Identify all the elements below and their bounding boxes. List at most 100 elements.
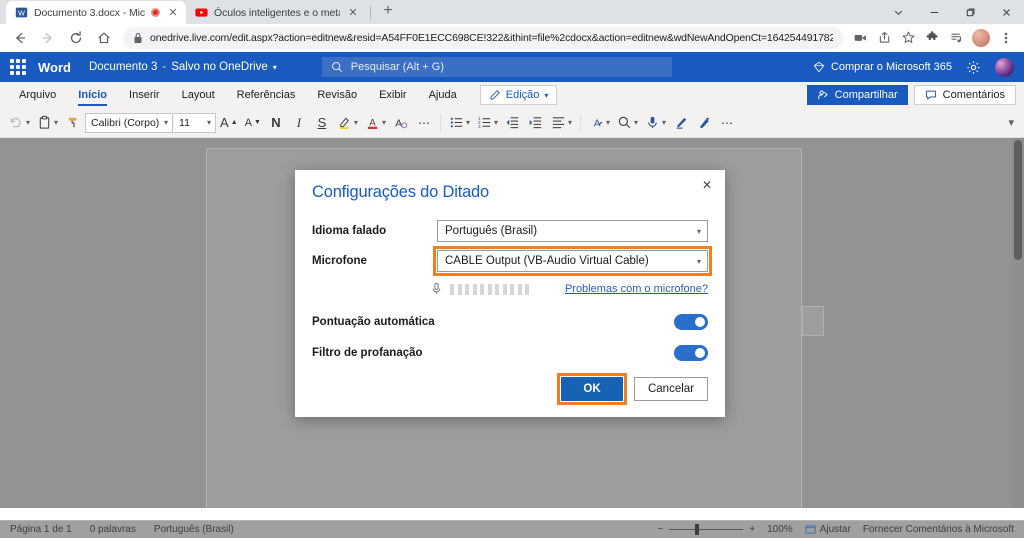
- bullet-list-icon[interactable]: ▾: [446, 111, 473, 135]
- font-color-icon[interactable]: A ▾: [362, 111, 389, 135]
- clear-formatting-icon[interactable]: A: [390, 111, 412, 135]
- extensions-puzzle-icon[interactable]: [920, 26, 944, 50]
- chevron-down-icon[interactable]: [880, 0, 916, 24]
- reload-icon[interactable]: [62, 25, 90, 51]
- language-select[interactable]: Português (Brasil) ▾: [437, 220, 708, 242]
- zoom-thumb[interactable]: [695, 524, 700, 535]
- gear-icon[interactable]: [966, 60, 981, 75]
- dialog-title: Configurações do Ditado: [312, 183, 490, 201]
- zoom-track[interactable]: [669, 524, 744, 535]
- close-icon[interactable]: [988, 0, 1024, 24]
- share-button[interactable]: Compartilhar: [806, 85, 908, 105]
- zoom-in-button[interactable]: +: [749, 524, 755, 535]
- profanity-filter-toggle[interactable]: [674, 345, 708, 361]
- microphone-select[interactable]: CABLE Output (VB-Audio Virtual Cable) ▾: [433, 246, 712, 276]
- chevron-down-icon[interactable]: ▾: [354, 118, 358, 127]
- chevron-down-icon[interactable]: ▾: [54, 118, 58, 127]
- forward-arrow-icon[interactable]: [34, 25, 62, 51]
- bookmark-star-icon[interactable]: [896, 26, 920, 50]
- styles-icon[interactable]: A ▾: [586, 111, 613, 135]
- waffle-icon[interactable]: [10, 59, 26, 75]
- word-count-label[interactable]: 0 palavras: [90, 524, 136, 535]
- font-family-selector[interactable]: Calibri (Corpo) ▾: [85, 112, 174, 133]
- more-options-icon[interactable]: ⋯: [716, 111, 738, 135]
- address-bar[interactable]: onedrive.live.com/edit.aspx?action=editn…: [123, 26, 843, 49]
- chevron-down-icon[interactable]: ▾: [634, 118, 638, 127]
- font-size-selector[interactable]: 11 ▾: [174, 112, 217, 133]
- underline-icon[interactable]: S: [311, 111, 333, 135]
- tab-close-icon[interactable]: ✕: [166, 6, 180, 20]
- reading-list-icon[interactable]: [944, 26, 968, 50]
- numbered-list-icon[interactable]: 123 ▾: [474, 111, 501, 135]
- tab-close-icon[interactable]: ✕: [346, 6, 360, 20]
- chevron-down-icon[interactable]: ▾: [1008, 116, 1018, 129]
- share-icon[interactable]: [872, 26, 896, 50]
- page-side-handle[interactable]: [802, 306, 824, 336]
- document-scrollbar[interactable]: [1012, 138, 1024, 508]
- italic-icon[interactable]: I: [288, 111, 310, 135]
- zoom-level-label[interactable]: 100%: [767, 524, 793, 535]
- home-icon[interactable]: [90, 25, 118, 51]
- chevron-down-icon[interactable]: ▾: [273, 63, 277, 72]
- ribbon-tab-inserir[interactable]: Inserir: [118, 82, 171, 108]
- paste-icon[interactable]: ▾: [34, 111, 61, 135]
- new-tab-button[interactable]: +: [375, 0, 401, 24]
- chevron-down-icon[interactable]: ▾: [466, 118, 470, 127]
- ribbon-tab-ajuda[interactable]: Ajuda: [418, 82, 468, 108]
- zoom-slider[interactable]: − +: [657, 524, 755, 535]
- chevron-down-icon[interactable]: ▾: [494, 118, 498, 127]
- profile-avatar[interactable]: [972, 28, 990, 47]
- browser-tab-youtube[interactable]: Óculos inteligentes e o metavers ✕: [186, 1, 366, 24]
- bold-icon[interactable]: N: [265, 111, 287, 135]
- highlight-color-icon[interactable]: ▾: [334, 111, 361, 135]
- undo-icon[interactable]: ▾: [6, 111, 33, 135]
- buy-label: Comprar o Microsoft 365: [830, 61, 952, 73]
- language-row: Idioma falado Português (Brasil) ▾: [312, 220, 708, 242]
- document-title[interactable]: Documento 3 - Salvo no OneDrive ▾: [89, 61, 277, 73]
- chevron-down-icon[interactable]: ▾: [26, 118, 30, 127]
- auto-punctuation-toggle[interactable]: [674, 314, 708, 330]
- cancel-button[interactable]: Cancelar: [634, 377, 708, 401]
- ok-button[interactable]: OK: [557, 373, 627, 405]
- search-input[interactable]: Pesquisar (Alt + G): [321, 57, 672, 77]
- browser-menu-icon[interactable]: [994, 26, 1018, 50]
- fit-page-button[interactable]: Ajustar: [805, 524, 851, 535]
- user-avatar[interactable]: [995, 57, 1014, 77]
- format-painter-icon[interactable]: [62, 111, 84, 135]
- ribbon-tab-arquivo[interactable]: Arquivo: [8, 82, 67, 108]
- microphone-help-link[interactable]: Problemas com o microfone?: [565, 283, 708, 295]
- minimize-icon[interactable]: [916, 0, 952, 24]
- back-arrow-icon[interactable]: [6, 25, 34, 51]
- grow-font-icon[interactable]: A ▲: [217, 111, 241, 135]
- designer-icon[interactable]: [693, 111, 715, 135]
- ribbon-tab-inicio[interactable]: Início: [67, 82, 118, 108]
- decrease-indent-icon[interactable]: [502, 111, 524, 135]
- edit-mode-button[interactable]: Edição ▾: [479, 85, 558, 105]
- increase-indent-icon[interactable]: [525, 111, 547, 135]
- browser-tab-word[interactable]: W Documento 3.docx - Microsc ✕: [6, 1, 186, 24]
- language-label[interactable]: Português (Brasil): [154, 524, 234, 535]
- align-icon[interactable]: ▾: [548, 111, 575, 135]
- ribbon-tab-layout[interactable]: Layout: [171, 82, 226, 108]
- page-info-label[interactable]: Página 1 de 1: [10, 524, 72, 535]
- find-icon[interactable]: ▾: [614, 111, 641, 135]
- camera-icon[interactable]: [848, 26, 872, 50]
- buy-microsoft-365-button[interactable]: Comprar o Microsoft 365: [813, 61, 952, 73]
- ribbon-tab-revisao[interactable]: Revisão: [306, 82, 368, 108]
- ribbon-tab-referencias[interactable]: Referências: [226, 82, 307, 108]
- chevron-down-icon[interactable]: ▾: [382, 118, 386, 127]
- scrollbar-thumb[interactable]: [1014, 140, 1022, 260]
- zoom-out-button[interactable]: −: [657, 524, 663, 535]
- comments-button[interactable]: Comentários: [913, 85, 1016, 105]
- editor-icon[interactable]: [670, 111, 692, 135]
- shrink-font-icon[interactable]: A ▼: [242, 111, 264, 135]
- close-icon[interactable]: ✕: [699, 177, 715, 193]
- ribbon-tab-exibir[interactable]: Exibir: [368, 82, 418, 108]
- feedback-label[interactable]: Fornecer Comentários à Microsoft: [863, 524, 1014, 535]
- chevron-down-icon[interactable]: ▾: [568, 118, 572, 127]
- dictate-icon[interactable]: ▾: [642, 111, 669, 135]
- chevron-down-icon[interactable]: ▾: [662, 118, 666, 127]
- more-font-options-icon[interactable]: ⋯: [413, 111, 435, 135]
- chevron-down-icon[interactable]: ▾: [606, 118, 610, 127]
- restore-icon[interactable]: [952, 0, 988, 24]
